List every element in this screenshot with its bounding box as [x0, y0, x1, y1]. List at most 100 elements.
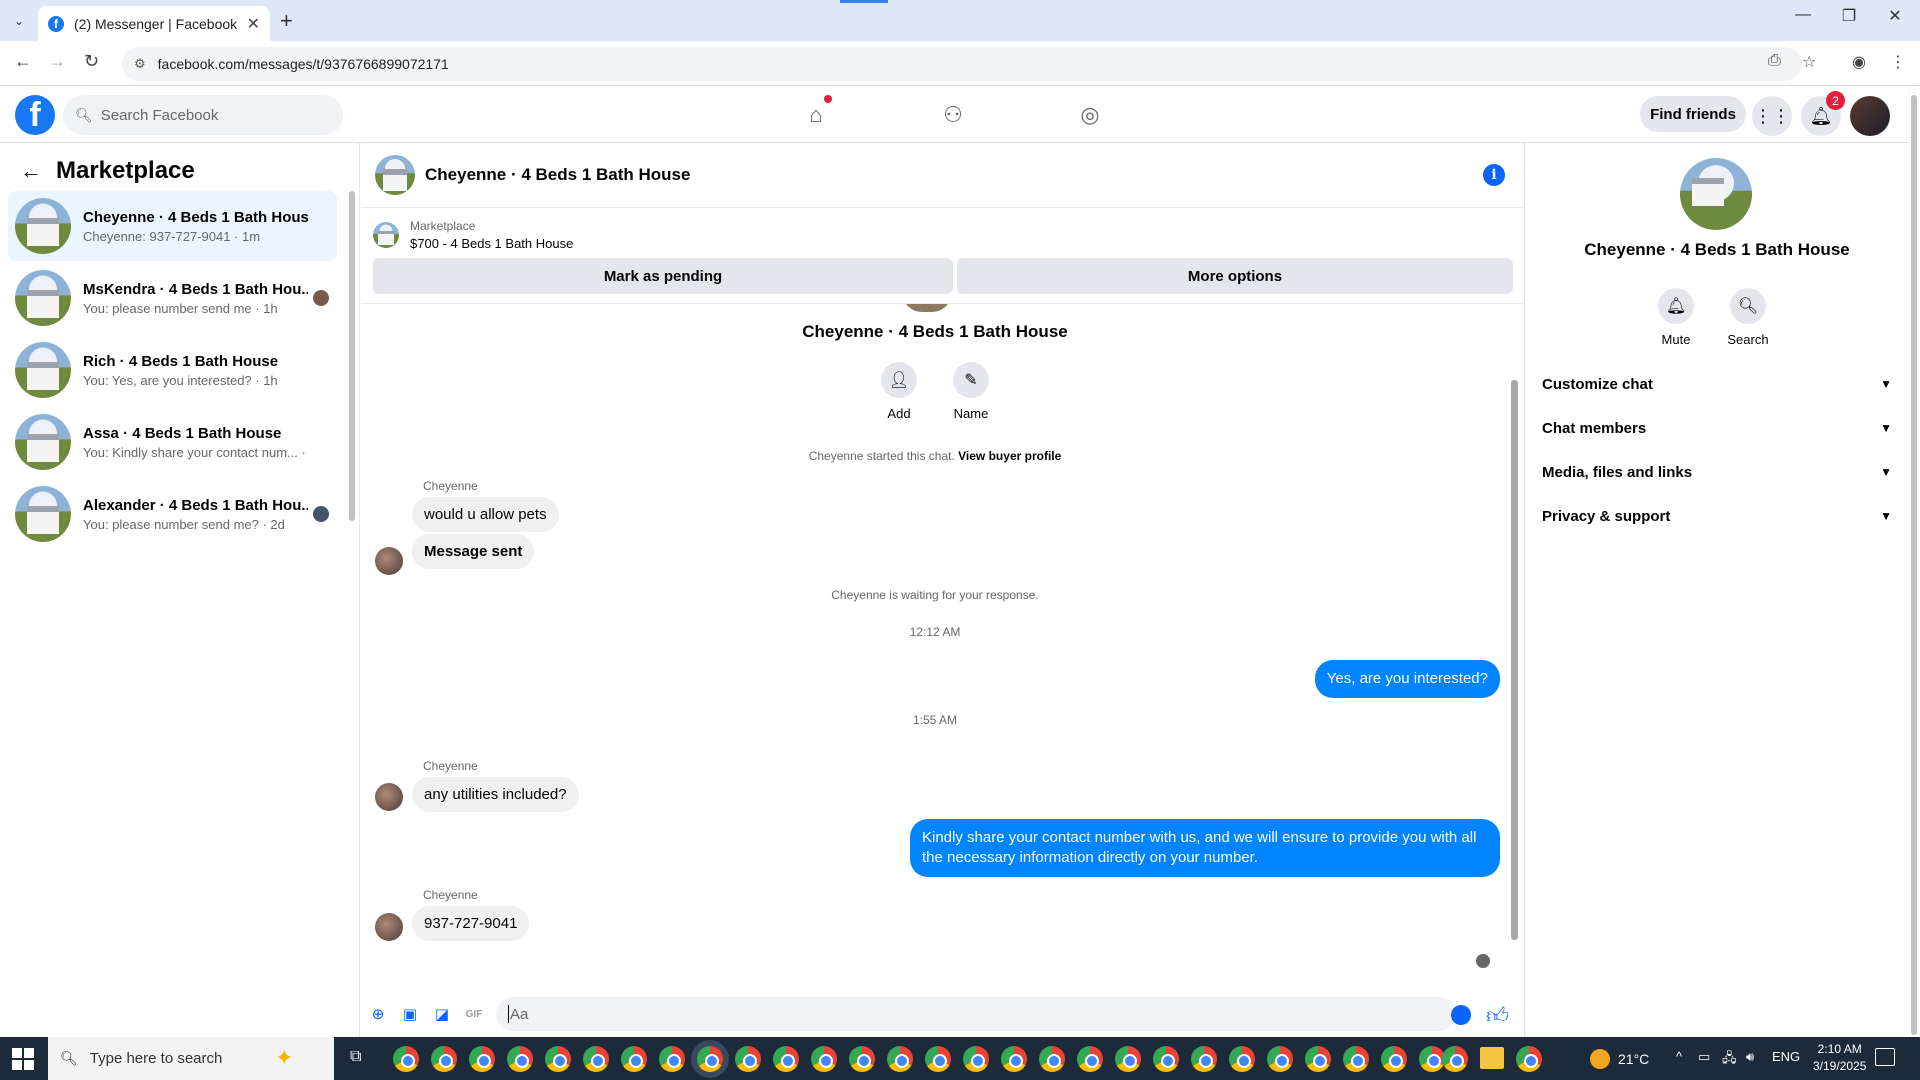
action-center-icon[interactable] [1875, 1048, 1895, 1066]
outgoing-message[interactable]: Kindly share your contact number with us… [910, 819, 1500, 877]
chrome-app-icon[interactable] [1001, 1046, 1027, 1072]
groups-icon[interactable]: ◎ [1072, 99, 1108, 131]
conversation-item[interactable]: MsKendra · 4 Beds 1 Bath Hou... You: ple… [8, 263, 337, 333]
chrome-app-icon[interactable] [735, 1046, 761, 1072]
chrome-app-icon[interactable] [659, 1046, 685, 1072]
chrome-app-icon[interactable] [393, 1046, 419, 1072]
listing-summary[interactable]: Marketplace $700 - 4 Beds 1 Bath House [373, 219, 573, 251]
chrome-app-icon[interactable] [1442, 1046, 1468, 1072]
tray-app-icon[interactable]: ▭ [1698, 1049, 1710, 1065]
chrome-app-icon-active[interactable] [697, 1046, 723, 1072]
close-window-icon[interactable]: ✕ [1872, 6, 1918, 26]
chrome-app-icon[interactable] [1153, 1046, 1179, 1072]
clock[interactable]: 2:10 AM 3/19/2025 [1813, 1041, 1866, 1075]
info-icon[interactable]: i [1483, 164, 1505, 186]
home-icon[interactable]: ⌂ [798, 95, 834, 131]
chrome-app-icon[interactable] [925, 1046, 951, 1072]
search-conversation-button[interactable]: 🔍︎ Search [1718, 288, 1778, 347]
mute-button[interactable]: 🔔︎ Mute [1646, 288, 1706, 347]
chrome-app-icon[interactable] [431, 1046, 457, 1072]
url-field[interactable]: ⚙ facebook.com/messages/t/93767668990721… [122, 47, 1802, 81]
chat-scrollbar[interactable] [1511, 380, 1518, 940]
sender-avatar[interactable] [375, 913, 403, 941]
reload-icon[interactable]: ↻ [84, 51, 99, 72]
install-icon[interactable]: ⎙ [1768, 52, 1781, 70]
view-buyer-profile-link[interactable]: View buyer profile [958, 449, 1061, 463]
privacy-support-section[interactable]: Privacy & support ▼ [1542, 494, 1892, 538]
chrome-app-icon[interactable] [963, 1046, 989, 1072]
bookmark-star-icon[interactable]: ☆ [1802, 52, 1816, 72]
chrome-app-icon[interactable] [507, 1046, 533, 1072]
gif-icon[interactable]: GIF [463, 1003, 485, 1025]
incoming-message[interactable]: 937-727-9041 [412, 906, 530, 941]
conversation-item[interactable]: Cheyenne · 4 Beds 1 Bath House Cheyenne:… [8, 191, 337, 261]
show-hidden-icons[interactable]: ^ [1676, 1049, 1682, 1064]
chrome-app-icon[interactable] [1267, 1046, 1293, 1072]
tab-search-icon[interactable]: ⌄ [6, 8, 32, 34]
photo-icon[interactable]: ▣ [399, 1003, 421, 1025]
find-friends-button[interactable]: Find friends [1640, 96, 1746, 132]
facebook-search-input[interactable]: 🔍︎ Search Facebook [63, 95, 343, 135]
emoji-icon[interactable] [1451, 1005, 1471, 1025]
back-arrow-icon[interactable]: ← [20, 158, 42, 184]
windows-start-icon[interactable] [12, 1048, 34, 1070]
profile-icon[interactable]: ◉ [1852, 52, 1866, 72]
chrome-app-icon[interactable] [1305, 1046, 1331, 1072]
name-chat-button[interactable]: ✎ Name [951, 362, 991, 421]
sender-avatar[interactable] [375, 547, 403, 575]
sender-avatar[interactable] [375, 783, 403, 811]
chrome-app-icon[interactable] [811, 1046, 837, 1072]
file-explorer-icon[interactable] [1480, 1047, 1504, 1069]
more-options-button[interactable]: More options [957, 258, 1513, 294]
chat-title[interactable]: Cheyenne · 4 Beds 1 Bath House [425, 165, 690, 185]
friends-icon[interactable]: ⚇ [935, 99, 971, 131]
copilot-sparkle-icon[interactable]: ✦ [275, 1045, 293, 1071]
menu-grid-icon[interactable]: ⋮⋮ [1752, 96, 1792, 136]
sidebar-scrollbar[interactable] [349, 191, 355, 521]
minimize-icon[interactable]: — [1780, 6, 1826, 24]
plus-circle-icon[interactable]: ⊕ [367, 1003, 389, 1025]
weather-widget[interactable]: 21°C [1590, 1049, 1649, 1069]
forward-icon[interactable]: → [48, 51, 66, 72]
task-view-icon[interactable]: ⧉ [350, 1048, 361, 1066]
menu-icon[interactable]: ⋮ [1890, 52, 1906, 72]
chrome-app-icon[interactable] [621, 1046, 647, 1072]
mark-pending-button[interactable]: Mark as pending [373, 258, 953, 294]
sticker-icon[interactable]: ◪ [431, 1003, 453, 1025]
chrome-app-icon[interactable] [1115, 1046, 1141, 1072]
chrome-app-icon[interactable] [1039, 1046, 1065, 1072]
back-icon[interactable]: ← [14, 51, 32, 72]
chat-thumbnail[interactable] [375, 155, 415, 195]
browser-tab[interactable]: f (2) Messenger | Facebook ✕ [38, 6, 270, 41]
new-tab-icon[interactable]: + [280, 8, 293, 34]
customize-chat-section[interactable]: Customize chat ▼ [1542, 362, 1892, 406]
chrome-app-icon[interactable] [545, 1046, 571, 1072]
chrome-app-icon[interactable] [583, 1046, 609, 1072]
outgoing-message[interactable]: Yes, are you interested? [1314, 660, 1500, 698]
chrome-app-icon[interactable] [1516, 1046, 1542, 1072]
conversation-avatar[interactable] [1680, 158, 1752, 230]
add-people-button[interactable]: 👤︎ Add [879, 362, 919, 421]
chrome-app-icon[interactable] [469, 1046, 495, 1072]
network-icon[interactable]: 🖧︎ [1722, 1049, 1737, 1071]
chrome-app-icon[interactable] [773, 1046, 799, 1072]
site-info-icon[interactable]: ⚙ [134, 56, 146, 72]
notifications-bell-icon[interactable]: 🔔︎ 2 [1801, 91, 1845, 136]
incoming-message[interactable]: Message sent [412, 534, 535, 569]
chrome-app-icon[interactable] [1381, 1046, 1407, 1072]
thumbs-up-icon[interactable]: 👍︎ [1486, 1002, 1509, 1029]
message-input[interactable]: Aa [496, 997, 1456, 1031]
conversation-item[interactable]: Alexander · 4 Beds 1 Bath Hou... You: pl… [8, 479, 337, 549]
incoming-message[interactable]: would u allow pets [412, 497, 559, 532]
chrome-app-icon[interactable] [1077, 1046, 1103, 1072]
chrome-app-icon[interactable] [1343, 1046, 1369, 1072]
conversation-item[interactable]: Rich · 4 Beds 1 Bath House You: Yes, are… [8, 335, 337, 405]
account-avatar[interactable] [1850, 96, 1890, 136]
incoming-message[interactable]: any utilities included? [412, 777, 579, 812]
chrome-app-icon[interactable] [1229, 1046, 1255, 1072]
chat-members-section[interactable]: Chat members ▼ [1542, 406, 1892, 450]
restore-icon[interactable]: ❐ [1826, 6, 1872, 26]
page-scrollbar[interactable] [1911, 95, 1917, 1035]
media-files-links-section[interactable]: Media, files and links ▼ [1542, 450, 1892, 494]
chrome-app-icon[interactable] [849, 1046, 875, 1072]
